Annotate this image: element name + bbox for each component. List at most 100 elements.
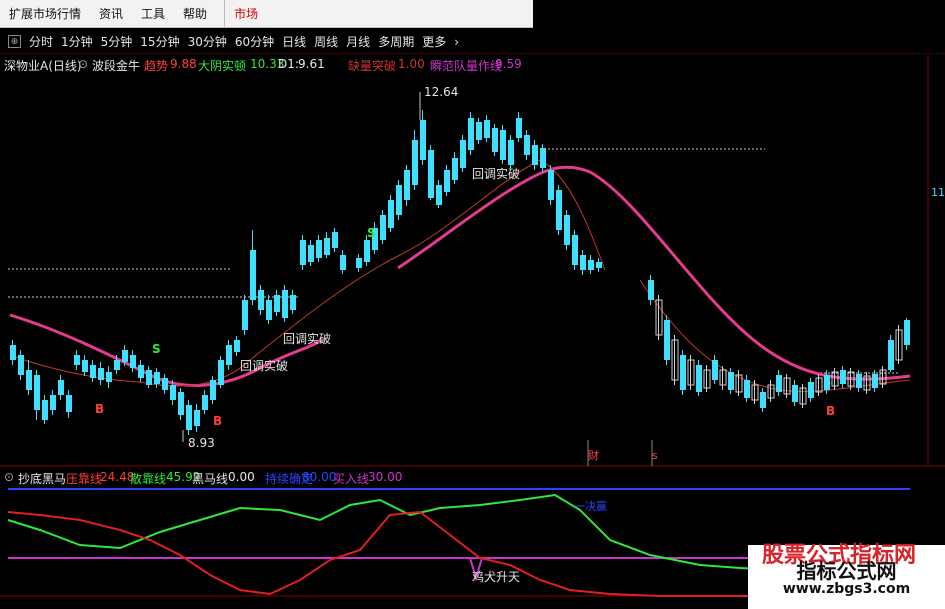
candle-body <box>332 232 338 248</box>
candle-body <box>380 215 386 240</box>
line4-value: 80.00 <box>302 470 337 484</box>
sell-signal-2: S <box>367 226 376 240</box>
candle-body <box>58 380 64 395</box>
candle-body <box>154 372 160 384</box>
candle-body <box>484 120 490 138</box>
candle-body <box>532 145 538 165</box>
candle-body <box>162 378 168 390</box>
candle-body <box>242 300 248 330</box>
candle-body <box>572 235 578 265</box>
line5-label: 买入线 <box>333 472 370 486</box>
candle-body <box>680 355 686 390</box>
candle-body <box>648 280 654 300</box>
candle-body <box>444 170 450 192</box>
watermark-logo: 股票公式指标网 指标公式网 www.zbgs3.com <box>748 543 945 609</box>
high-price-label: 12.64 <box>424 85 459 99</box>
candle-body <box>500 130 506 160</box>
candle-body <box>258 290 264 310</box>
candle-body <box>396 185 402 215</box>
candle-body <box>904 320 910 345</box>
candle-body <box>74 355 80 365</box>
candle-body <box>596 262 602 268</box>
rally-annotation: 鸡犬升天 <box>472 570 521 584</box>
candle-body <box>468 118 474 150</box>
candle-body <box>202 395 208 410</box>
candle-body <box>696 365 702 392</box>
candle-body <box>540 148 546 168</box>
ma-line-1 <box>9 313 323 387</box>
decision-annotation: 一决赢 <box>574 500 607 513</box>
candle-body <box>888 340 894 370</box>
line3-value: 0.00 <box>228 470 255 484</box>
candle-body <box>792 385 798 402</box>
candle-body <box>42 400 48 420</box>
candle-body <box>114 360 120 370</box>
candle-body <box>194 410 200 426</box>
candle-body <box>452 158 458 180</box>
line5-value: 30.00 <box>368 470 403 484</box>
candle-body <box>178 392 184 415</box>
candle-body <box>420 120 426 160</box>
candle-body <box>340 255 346 270</box>
candle-body <box>412 140 418 185</box>
candle-body <box>186 405 192 430</box>
candle-body <box>356 258 362 268</box>
candle-body <box>856 374 862 388</box>
candle-body <box>308 245 314 262</box>
candle-body <box>556 190 562 230</box>
candle-body <box>82 360 88 372</box>
finance-marker: 财 <box>588 449 599 462</box>
candle-body <box>664 320 670 360</box>
chart-canvas <box>0 55 945 597</box>
candlestick-series <box>10 110 910 435</box>
line3-label: 黑马线 <box>192 472 229 486</box>
candle-body <box>146 370 152 385</box>
candle-body <box>210 380 216 400</box>
ma-line-2 <box>397 165 911 381</box>
buy-signal-2: B <box>213 414 223 428</box>
sub-indicator-settings-icon[interactable]: ⊙ <box>4 470 14 484</box>
price-axis-tick: 11 <box>931 186 945 199</box>
candle-body <box>290 295 296 310</box>
pullback-label-3: 回调实破 <box>283 332 332 346</box>
candle-body <box>824 375 830 390</box>
candle-body <box>744 380 750 398</box>
candle-body <box>106 372 112 382</box>
candle-body <box>282 290 288 318</box>
candle-body <box>460 140 466 168</box>
candle-body <box>476 122 482 140</box>
candle-body <box>564 215 570 245</box>
candle-body <box>524 135 530 155</box>
candle-body <box>66 395 72 412</box>
buy-signal-1: B <box>95 402 105 416</box>
candle-body <box>10 345 16 360</box>
candle-body <box>90 365 96 378</box>
candle-body <box>428 150 434 198</box>
candle-body <box>98 368 104 380</box>
candle-body <box>122 350 128 362</box>
candle-body <box>324 238 330 255</box>
pullback-label-1: 回调实破 <box>472 167 521 181</box>
candle-body <box>218 360 224 385</box>
candle-body <box>316 240 322 258</box>
candle-body <box>364 240 370 262</box>
candle-body <box>712 360 718 380</box>
pullback-label-2: 回调实破 <box>240 359 289 373</box>
candle-body <box>18 355 24 375</box>
line1-label: 压靠线 <box>66 472 103 486</box>
line2-label: 散靠线 <box>130 472 167 486</box>
sub-indicator-name[interactable]: 抄底黑马 <box>18 470 66 487</box>
low-price-label: 8.93 <box>188 436 215 450</box>
candle-body <box>872 374 878 388</box>
candle-body <box>548 170 554 200</box>
candle-body <box>226 345 232 365</box>
signal-line <box>9 159 606 387</box>
watermark-url: www.zbgs3.com <box>782 581 911 597</box>
candle-body <box>508 140 514 165</box>
candle-body <box>760 392 766 408</box>
candle-body <box>170 385 176 400</box>
candle-body <box>138 365 144 378</box>
candle-body <box>588 260 594 270</box>
candle-body <box>776 375 782 392</box>
candle-body <box>404 170 410 200</box>
